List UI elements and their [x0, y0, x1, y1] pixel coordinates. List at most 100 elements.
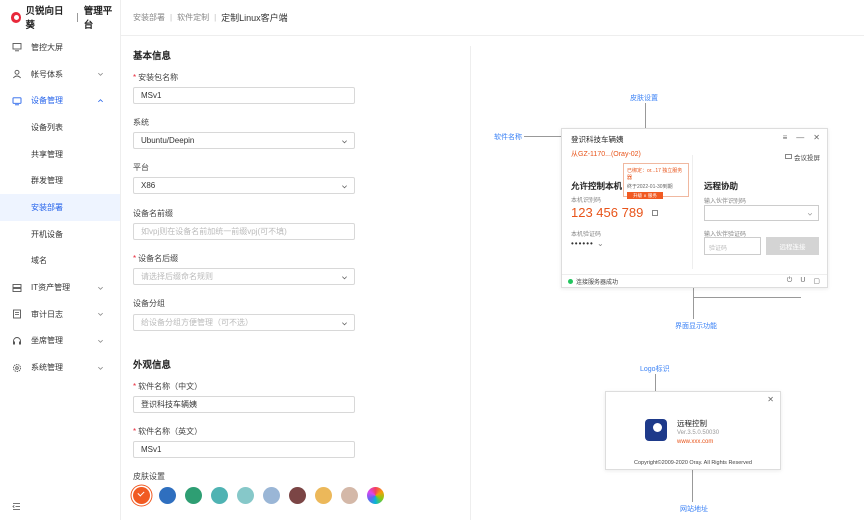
skin-swatch[interactable] — [159, 487, 176, 504]
skin-swatch[interactable] — [263, 487, 280, 504]
gear-icon — [12, 363, 22, 373]
client-preview-window: 登识科技车辆姨 ≡ — ✕ 从GZ-1170...(Oray-02) 会议投屏 … — [561, 128, 828, 288]
prefix-placeholder: 如vpj则在设备名前加统一前缀vpj(可不填) — [141, 227, 287, 236]
prefix-input[interactable]: 如vpj则在设备名前加统一前缀vpj(可不填) — [133, 223, 355, 240]
required-mark: * — [133, 427, 137, 436]
name-en-input[interactable]: MSv1 — [133, 441, 355, 458]
eye-icon[interactable]: ⌄ — [597, 239, 605, 248]
suffix-label-text: 设备名后缀 — [138, 254, 179, 263]
chevron-down-icon — [98, 313, 103, 317]
skin-swatch[interactable] — [237, 487, 254, 504]
platform-label: 平台 — [133, 163, 149, 172]
sidebar-item-label: 设备列表 — [31, 122, 63, 132]
required-mark: * — [133, 73, 137, 82]
chevron-down-icon — [98, 72, 103, 76]
sidebar-item-audit-log[interactable]: 审计日志 — [0, 301, 120, 328]
partner-code-input[interactable]: 验证码 — [704, 237, 761, 255]
meeting-share-label: 会议投屏 — [794, 155, 820, 162]
status-dot-icon — [568, 278, 573, 284]
about-version: Ver.3.5.0.50030 — [677, 430, 720, 436]
sidebar-item-device-list[interactable]: 设备列表 — [0, 114, 120, 141]
sidebar-item-install-deploy[interactable]: 安装部署 — [0, 194, 120, 221]
chevron-down-icon — [98, 339, 103, 343]
brand-logo[interactable]: 贝锐向日葵 管理平台 — [0, 0, 120, 34]
skin-swatch[interactable] — [341, 487, 358, 504]
skin-swatch[interactable] — [367, 487, 384, 504]
status-icons: ⏻ U ▢ — [787, 277, 820, 285]
remote-assist-title: 远程协助 — [704, 181, 739, 191]
allow-control-title: 允许控制本机 — [571, 181, 623, 191]
chevron-down-icon — [342, 322, 347, 326]
log-icon — [12, 309, 22, 319]
sidebar-item-device-management[interactable]: 设备管理 — [0, 87, 120, 114]
suffix-select[interactable]: 请选择后缀命名规则 — [133, 268, 355, 285]
group-select[interactable]: 给设备分组方便管理（可不选） — [133, 314, 355, 331]
close-icon[interactable]: ✕ — [813, 133, 820, 142]
about-website[interactable]: www.xxx.com — [677, 439, 713, 445]
sidebar-item-domain[interactable]: 域名 — [0, 248, 120, 275]
pkg-name-label: * 安装包名称 — [133, 72, 178, 83]
chevron-down-icon — [342, 276, 347, 280]
sidebar-item-boot-devices[interactable]: 开机设备 — [0, 221, 120, 248]
upgrade-service-button[interactable]: 升级 ∧ 服务 — [627, 192, 663, 199]
partner-id-label: 输入伙伴识别码 — [704, 199, 747, 205]
sidebar-item-label: 安装部署 — [31, 202, 63, 212]
platform-select[interactable]: X86 — [133, 177, 355, 194]
sidebar-item-seat-management[interactable]: 坐席管理 — [0, 328, 120, 355]
name-cn-label: * 软件名称（中文） — [133, 381, 202, 392]
sidebar-item-it-assets[interactable]: IT资产管理 — [0, 274, 120, 301]
usb-icon[interactable]: U — [800, 277, 805, 285]
sidebar-item-share-management[interactable]: 共享管理 — [0, 141, 120, 168]
partner-id-input[interactable] — [704, 205, 819, 221]
popup-line-1: 已绑定：or...17 独立服务器 — [627, 168, 683, 181]
name-en-label: * 软件名称（英文） — [133, 426, 202, 437]
monitor-icon — [12, 42, 22, 52]
platform-value: X86 — [141, 181, 156, 190]
skin-swatch[interactable] — [211, 487, 228, 504]
annotation-software-name: 软件名称 — [494, 134, 522, 141]
close-icon[interactable]: ✕ — [767, 395, 774, 404]
about-dialog-preview: ✕ 远程控制 Ver.3.5.0.50030 www.xxx.com Copyr… — [605, 391, 781, 470]
vertical-divider — [470, 46, 471, 520]
skin-swatch[interactable] — [289, 487, 306, 504]
collapse-sidebar-icon[interactable] — [12, 502, 21, 511]
preview-window-title: 登识科技车辆姨 — [571, 135, 624, 144]
name-cn-input[interactable]: 登识科技车辆姨 — [133, 396, 355, 413]
name-cn-value: 登识科技车辆姨 — [141, 400, 197, 409]
server-icon — [12, 283, 22, 293]
annotation-line — [524, 136, 566, 137]
breadcrumb-separator: | — [214, 13, 217, 22]
chevron-up-icon — [98, 98, 103, 102]
lock-icon[interactable]: ▢ — [813, 277, 820, 285]
sidebar-item-label: 群发管理 — [31, 176, 63, 186]
pkg-name-input[interactable]: MSv1 — [133, 87, 355, 104]
sidebar-item-accounts[interactable]: 帐号体系 — [0, 61, 120, 88]
breadcrumb-item-software-custom[interactable]: 软件定制 — [177, 12, 209, 23]
skin-swatch[interactable] — [185, 487, 202, 504]
sidebar-item-group-send[interactable]: 群发管理 — [0, 167, 120, 194]
system-select[interactable]: Ubuntu/Deepin — [133, 132, 355, 149]
skin-swatch[interactable] — [133, 487, 150, 504]
brand-platform: 管理平台 — [83, 6, 113, 31]
sidebar-item-system-management[interactable]: 系统管理 — [0, 354, 120, 381]
meeting-share-button[interactable]: 会议投屏 — [785, 152, 820, 162]
sidebar-item-label: 设备管理 — [31, 96, 63, 106]
skin-swatch[interactable] — [315, 487, 332, 504]
name-en-value: MSv1 — [141, 445, 162, 454]
preview-window-subtitle: 从GZ-1170...(Oray-02) — [571, 151, 641, 158]
sidebar: 贝锐向日葵 管理平台 管控大屏 帐号体系 设备管理 设备列表 共享管理 群发管理… — [0, 0, 121, 520]
annotation-line — [693, 297, 801, 298]
name-en-label-text: 软件名称（英文） — [138, 427, 203, 436]
copy-icon[interactable] — [652, 210, 658, 216]
prefix-label: 设备名前缀 — [133, 209, 173, 218]
sidebar-item-dashboard[interactable]: 管控大屏 — [0, 34, 120, 61]
sidebar-item-label: 开机设备 — [31, 229, 63, 239]
breadcrumb-item-install-deploy[interactable]: 安装部署 — [133, 12, 165, 23]
minimize-icon[interactable]: — — [796, 133, 804, 142]
remote-connect-button[interactable]: 远程连接 — [766, 237, 819, 255]
sunflower-logo-icon — [11, 11, 22, 23]
power-icon[interactable]: ⏻ — [787, 277, 793, 285]
menu-icon[interactable]: ≡ — [783, 133, 788, 142]
group-placeholder: 给设备分组方便管理（可不选） — [141, 318, 253, 327]
local-code-label: 本机验证码 — [571, 232, 602, 238]
